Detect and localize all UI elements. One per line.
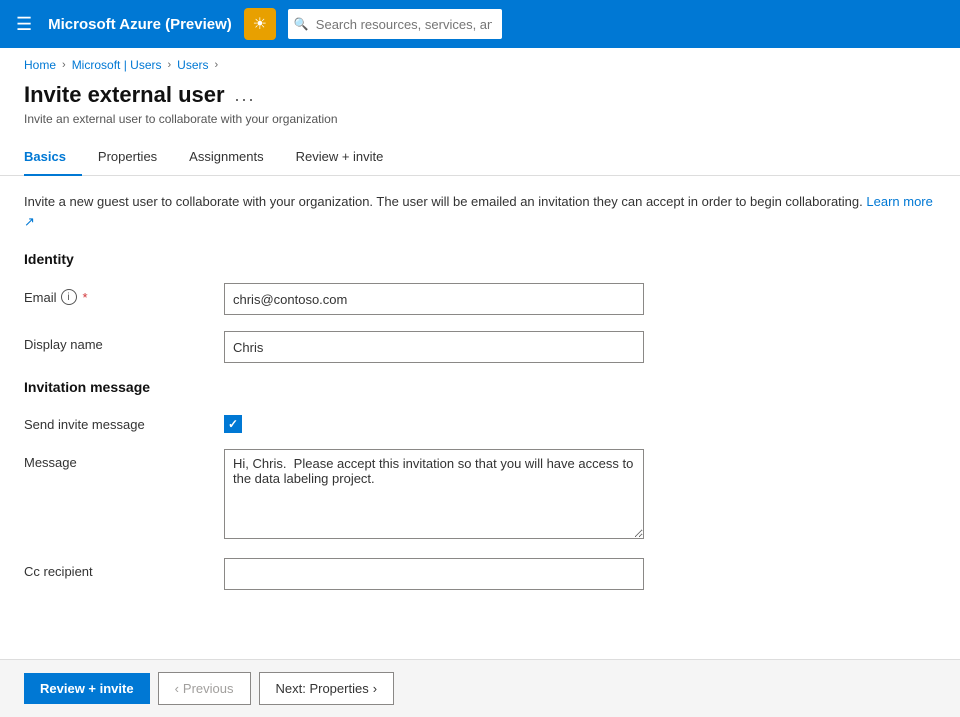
breadcrumb: Home › Microsoft | Users › Users › [0,48,960,78]
cc-recipient-label: Cc recipient [24,558,224,579]
tab-properties[interactable]: Properties [98,139,173,176]
page-more-options[interactable]: ... [235,85,256,106]
previous-label: Previous [183,681,234,696]
email-required-marker: * [83,290,88,305]
send-invite-label: Send invite message [24,411,224,432]
tab-review-invite[interactable]: Review + invite [296,139,400,176]
search-wrapper [288,9,808,39]
prev-chevron-icon: ‹ [175,681,179,696]
breadcrumb-sep-2: › [167,59,171,71]
content-area: Home › Microsoft | Users › Users › Invit… [0,48,960,717]
breadcrumb-sep-1: › [62,59,66,71]
breadcrumb-users[interactable]: Users [177,58,208,72]
identity-section-title: Identity [24,251,936,267]
email-row: Email i * [24,283,936,315]
tab-basics[interactable]: Basics [24,139,82,176]
send-invite-checkbox-wrapper [224,411,644,433]
breadcrumb-sep-3: › [215,59,219,71]
tab-assignments[interactable]: Assignments [189,139,279,176]
previous-button[interactable]: ‹ Previous [158,672,251,705]
page-subtitle: Invite an external user to collaborate w… [24,112,936,126]
message-field[interactable]: Hi, Chris. Please accept this invitation… [224,449,644,539]
email-label: Email i * [24,283,224,305]
form-area: Invite a new guest user to collaborate w… [0,176,960,659]
email-field[interactable] [224,283,644,315]
cc-recipient-field[interactable] [224,558,644,590]
display-name-label: Display name [24,331,224,352]
email-info-icon[interactable]: i [61,289,77,305]
send-invite-row: Send invite message [24,411,936,433]
cc-recipient-field-wrapper [224,558,644,590]
next-label: Next: Properties [276,681,369,696]
bottom-bar: Review + invite ‹ Previous Next: Propert… [0,659,960,717]
app-title: Microsoft Azure (Preview) [48,16,232,33]
page-header: Invite external user ... Invite an exter… [0,78,960,138]
message-field-wrapper: Hi, Chris. Please accept this invitation… [224,449,644,542]
review-invite-button[interactable]: Review + invite [24,673,150,704]
notification-icon[interactable]: ☀ [244,8,276,40]
cc-recipient-row: Cc recipient [24,558,936,590]
hamburger-menu-icon[interactable]: ☰ [12,10,36,39]
display-name-field[interactable] [224,331,644,363]
next-button[interactable]: Next: Properties › [259,672,395,705]
message-row: Message Hi, Chris. Please accept this in… [24,449,936,542]
top-nav: ☰ Microsoft Azure (Preview) ☀ [0,0,960,48]
breadcrumb-home[interactable]: Home [24,58,56,72]
email-field-wrapper [224,283,644,315]
form-info-text: Invite a new guest user to collaborate w… [24,192,936,231]
page-title: Invite external user [24,82,225,108]
send-invite-checkbox[interactable] [224,415,242,433]
search-input[interactable] [288,9,502,39]
display-name-row: Display name [24,331,936,363]
breadcrumb-microsoft-users[interactable]: Microsoft | Users [72,58,162,72]
next-chevron-icon: › [373,681,377,696]
invitation-section-title: Invitation message [24,379,936,395]
tabs: Basics Properties Assignments Review + i… [0,138,960,176]
message-label: Message [24,449,224,470]
invitation-section: Invitation message [24,379,936,395]
display-name-field-wrapper [224,331,644,363]
